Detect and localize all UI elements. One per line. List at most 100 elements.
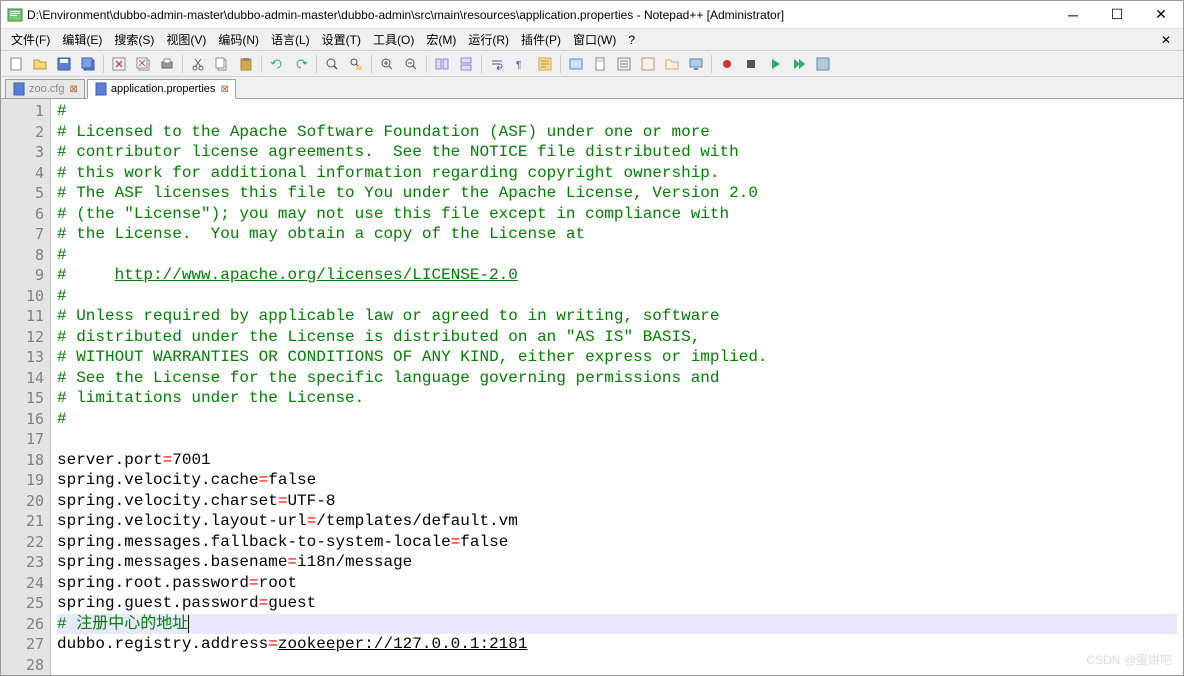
- doc-map-icon[interactable]: [589, 53, 611, 75]
- titlebar[interactable]: D:\Environment\dubbo-admin-master\dubbo-…: [1, 1, 1183, 29]
- line-number: 13: [3, 347, 44, 368]
- app-icon: [7, 7, 23, 23]
- menu-plugins[interactable]: 插件(P): [515, 29, 567, 50]
- record-macro-icon[interactable]: [716, 53, 738, 75]
- maximize-button[interactable]: ☐: [1095, 1, 1139, 29]
- redo-icon[interactable]: [290, 53, 312, 75]
- menu-macro[interactable]: 宏(M): [420, 29, 462, 50]
- code-line[interactable]: # (the "License"); you may not use this …: [57, 204, 1177, 225]
- tab-close-icon[interactable]: ⊠: [220, 84, 228, 95]
- code-line[interactable]: # Licensed to the Apache Software Founda…: [57, 122, 1177, 143]
- code-line[interactable]: #: [57, 101, 1177, 122]
- menu-tools[interactable]: 工具(O): [367, 29, 420, 50]
- code-line[interactable]: spring.guest.password=guest: [57, 593, 1177, 614]
- code-line[interactable]: # distributed under the License is distr…: [57, 327, 1177, 348]
- copy-icon[interactable]: [211, 53, 233, 75]
- menu-search[interactable]: 搜索(S): [108, 29, 160, 50]
- play-multi-icon[interactable]: [788, 53, 810, 75]
- code-line[interactable]: # See the License for the specific langu…: [57, 368, 1177, 389]
- code-line[interactable]: #: [57, 245, 1177, 266]
- print-icon[interactable]: [156, 53, 178, 75]
- code-line[interactable]: #: [57, 409, 1177, 430]
- tab-close-icon[interactable]: ⊠: [69, 84, 77, 95]
- stop-macro-icon[interactable]: [740, 53, 762, 75]
- close-all-icon[interactable]: [132, 53, 154, 75]
- line-number: 12: [3, 327, 44, 348]
- close-button[interactable]: ✕: [1139, 1, 1183, 29]
- code-line[interactable]: # contributor license agreements. See th…: [57, 142, 1177, 163]
- toolbar-separator: [711, 55, 712, 73]
- word-wrap-icon[interactable]: [486, 53, 508, 75]
- code-line[interactable]: # this work for additional information r…: [57, 163, 1177, 184]
- open-file-icon[interactable]: [29, 53, 51, 75]
- cut-icon[interactable]: [187, 53, 209, 75]
- function-list-icon[interactable]: [637, 53, 659, 75]
- toolbar-separator: [261, 55, 262, 73]
- save-macro-icon[interactable]: [812, 53, 834, 75]
- replace-icon[interactable]: [345, 53, 367, 75]
- code-line[interactable]: [57, 429, 1177, 450]
- code-line[interactable]: spring.velocity.charset=UTF-8: [57, 491, 1177, 512]
- code-line[interactable]: spring.velocity.layout-url=/templates/de…: [57, 511, 1177, 532]
- code-line[interactable]: #: [57, 286, 1177, 307]
- line-number: 24: [3, 573, 44, 594]
- line-number: 8: [3, 245, 44, 266]
- code-line[interactable]: # WITHOUT WARRANTIES OR CONDITIONS OF AN…: [57, 347, 1177, 368]
- zoom-in-icon[interactable]: [376, 53, 398, 75]
- line-number: 15: [3, 388, 44, 409]
- tab-label: zoo.cfg: [29, 83, 64, 95]
- sync-hscroll-icon[interactable]: [455, 53, 477, 75]
- close-file-icon[interactable]: [108, 53, 130, 75]
- toolbar-separator: [371, 55, 372, 73]
- new-file-icon[interactable]: [5, 53, 27, 75]
- code-line[interactable]: server.port=7001: [57, 450, 1177, 471]
- paste-icon[interactable]: [235, 53, 257, 75]
- code-line[interactable]: # Unless required by applicable law or a…: [57, 306, 1177, 327]
- doc-list-icon[interactable]: [613, 53, 635, 75]
- menu-run[interactable]: 运行(R): [462, 29, 515, 50]
- show-all-chars-icon[interactable]: ¶: [510, 53, 532, 75]
- play-macro-icon[interactable]: [764, 53, 786, 75]
- code-line[interactable]: # http://www.apache.org/licenses/LICENSE…: [57, 265, 1177, 286]
- toolbar-separator: [560, 55, 561, 73]
- code-line[interactable]: # the License. You may obtain a copy of …: [57, 224, 1177, 245]
- code-line[interactable]: dubbo.registry.address=zookeeper://127.0…: [57, 634, 1177, 655]
- save-all-icon[interactable]: [77, 53, 99, 75]
- editor[interactable]: 1234567891011121314151617181920212223242…: [1, 99, 1183, 675]
- menu-window[interactable]: 窗口(W): [567, 29, 622, 50]
- code-line[interactable]: [57, 655, 1177, 676]
- code-line[interactable]: spring.root.password=root: [57, 573, 1177, 594]
- user-lang-icon[interactable]: [565, 53, 587, 75]
- tab-application-properties[interactable]: application.properties ⊠: [87, 79, 236, 99]
- sync-vscroll-icon[interactable]: [431, 53, 453, 75]
- menu-file[interactable]: 文件(F): [5, 29, 56, 50]
- code-content[interactable]: ## Licensed to the Apache Software Found…: [51, 99, 1183, 675]
- zoom-out-icon[interactable]: [400, 53, 422, 75]
- tab-zoo-cfg[interactable]: zoo.cfg ⊠: [5, 79, 85, 99]
- app-window: D:\Environment\dubbo-admin-master\dubbo-…: [0, 0, 1184, 676]
- code-line[interactable]: spring.messages.fallback-to-system-local…: [57, 532, 1177, 553]
- indent-guide-icon[interactable]: [534, 53, 556, 75]
- code-line[interactable]: spring.velocity.cache=false: [57, 470, 1177, 491]
- undo-icon[interactable]: [266, 53, 288, 75]
- menu-encoding[interactable]: 编码(N): [212, 29, 265, 50]
- menu-help[interactable]: ?: [622, 31, 641, 49]
- menubar: 文件(F) 编辑(E) 搜索(S) 视图(V) 编码(N) 语言(L) 设置(T…: [1, 29, 1183, 51]
- monitor-icon[interactable]: [685, 53, 707, 75]
- line-number: 18: [3, 450, 44, 471]
- menu-settings[interactable]: 设置(T): [316, 29, 367, 50]
- save-icon[interactable]: [53, 53, 75, 75]
- menu-edit[interactable]: 编辑(E): [56, 29, 108, 50]
- mdi-close-button[interactable]: ✕: [1153, 33, 1179, 47]
- line-number: 1: [3, 101, 44, 122]
- menu-view[interactable]: 视图(V): [160, 29, 212, 50]
- code-line[interactable]: spring.messages.basename=i18n/message: [57, 552, 1177, 573]
- find-icon[interactable]: [321, 53, 343, 75]
- code-line[interactable]: # 注册中心的地址: [57, 614, 1177, 635]
- menu-language[interactable]: 语言(L): [265, 29, 316, 50]
- folder-workspace-icon[interactable]: [661, 53, 683, 75]
- code-line[interactable]: # The ASF licenses this file to You unde…: [57, 183, 1177, 204]
- code-line[interactable]: # limitations under the License.: [57, 388, 1177, 409]
- line-number: 21: [3, 511, 44, 532]
- minimize-button[interactable]: ─: [1051, 1, 1095, 29]
